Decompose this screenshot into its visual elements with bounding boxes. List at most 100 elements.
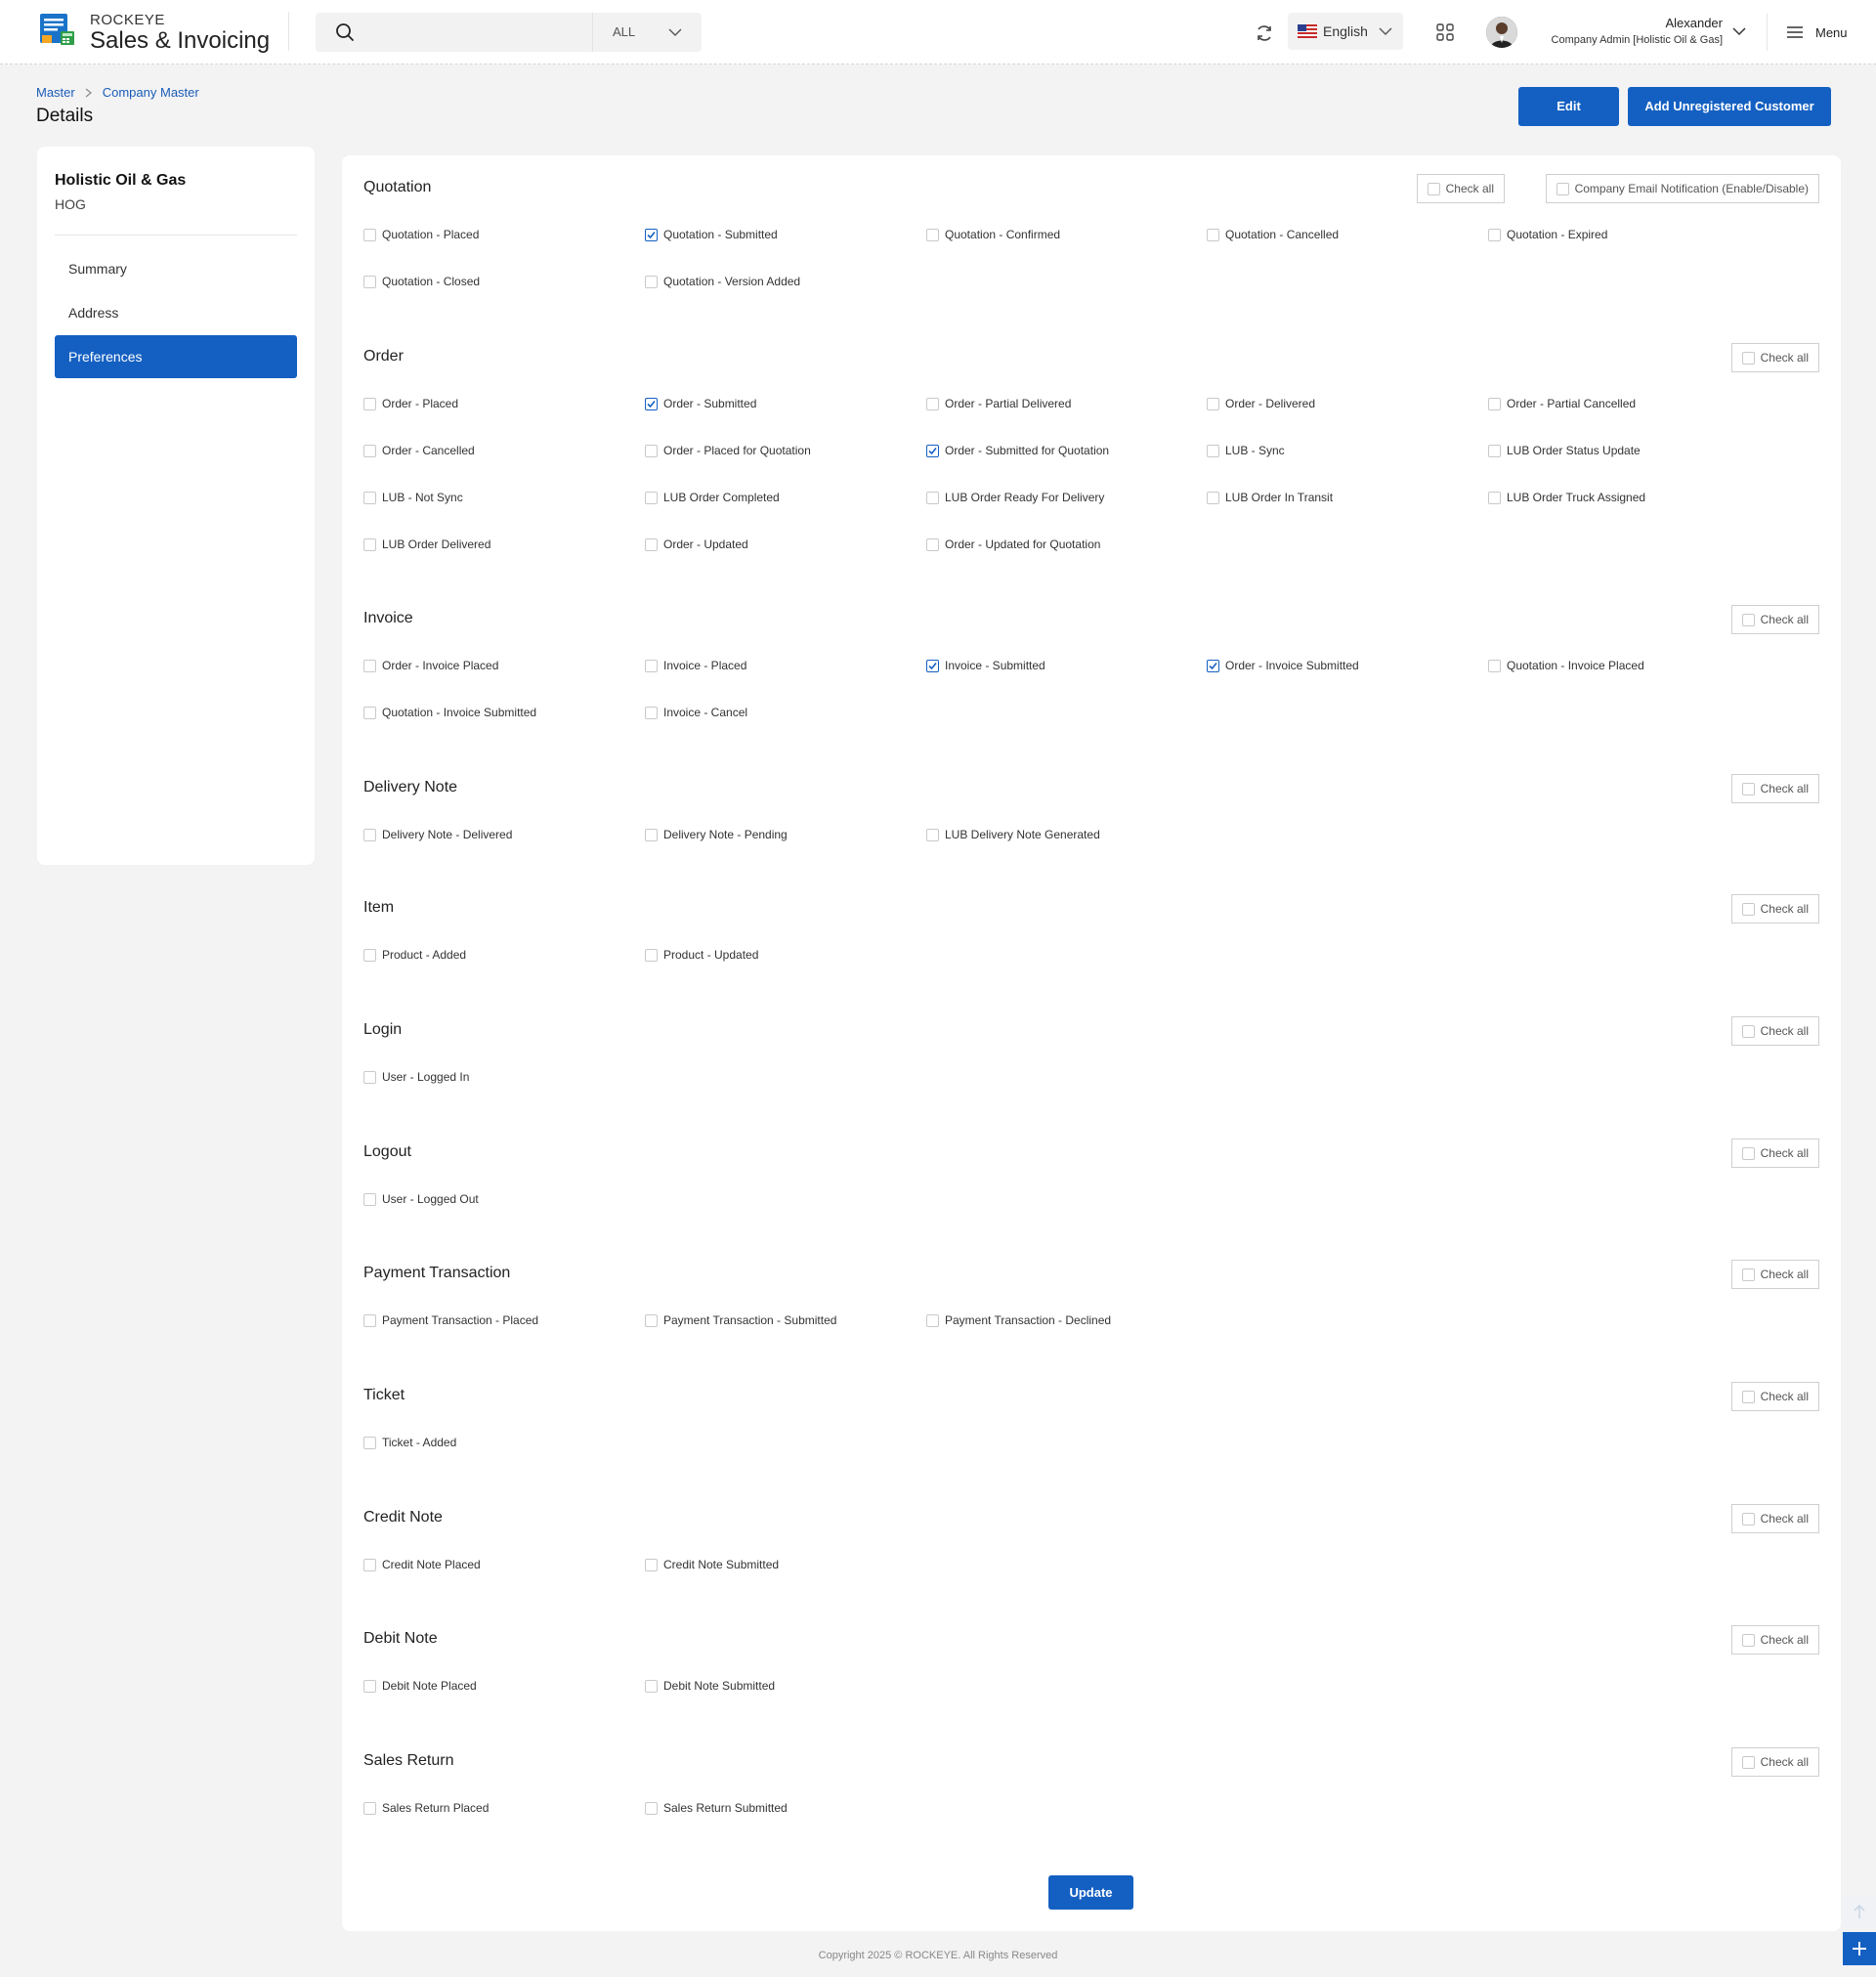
check-all-sales-return[interactable]: Check all (1730, 1747, 1819, 1777)
check-all-item[interactable]: Check all (1730, 894, 1819, 924)
option-order-invoice-placed[interactable]: Order - Invoice Placed (363, 659, 498, 672)
checkbox[interactable] (926, 491, 939, 504)
checkbox[interactable] (1741, 902, 1755, 916)
checkbox[interactable] (363, 828, 376, 841)
checkbox[interactable] (1741, 1146, 1755, 1160)
option-order-cancelled[interactable]: Order - Cancelled (363, 444, 475, 457)
checkbox[interactable] (1488, 659, 1501, 672)
checkbox[interactable] (645, 444, 658, 457)
option-credit-note-submitted[interactable]: Credit Note Submitted (645, 1558, 779, 1571)
checkbox[interactable] (363, 1801, 376, 1815)
checkbox[interactable] (363, 1313, 376, 1327)
checkbox[interactable] (645, 1313, 658, 1327)
option-order-placed[interactable]: Order - Placed (363, 397, 458, 410)
checkbox[interactable] (645, 491, 658, 504)
checkbox[interactable] (1207, 491, 1219, 504)
nav-item-summary[interactable]: Summary (55, 247, 297, 290)
checkbox[interactable] (363, 1436, 376, 1449)
apps-grid-icon[interactable] (1436, 23, 1454, 41)
option-quotation-invoice-placed[interactable]: Quotation - Invoice Placed (1488, 659, 1644, 672)
breadcrumb-master[interactable]: Master (36, 85, 75, 100)
option-order-partial-delivered[interactable]: Order - Partial Delivered (926, 397, 1071, 410)
option-debit-note-placed[interactable]: Debit Note Placed (363, 1679, 477, 1693)
check-all-credit-note[interactable]: Check all (1730, 1504, 1819, 1533)
option-quotation-cancelled[interactable]: Quotation - Cancelled (1207, 228, 1339, 241)
checkbox[interactable] (1556, 182, 1569, 195)
option-order-invoice-submitted[interactable]: Order - Invoice Submitted (1207, 659, 1359, 672)
check-all-invoice[interactable]: Check all (1730, 605, 1819, 634)
checkbox[interactable] (926, 1313, 939, 1327)
checkbox[interactable] (363, 948, 376, 962)
checkbox[interactable] (1741, 1512, 1755, 1526)
checkbox[interactable] (645, 659, 658, 672)
option-lub-order-delivered[interactable]: LUB Order Delivered (363, 537, 490, 551)
scroll-top-button[interactable] (1843, 1895, 1876, 1928)
option-quotation-closed[interactable]: Quotation - Closed (363, 275, 480, 288)
option-lub-order-in-transit[interactable]: LUB Order In Transit (1207, 491, 1333, 504)
checkbox[interactable] (645, 828, 658, 841)
checkbox[interactable] (645, 275, 658, 288)
edit-button[interactable]: Edit (1518, 87, 1619, 126)
checkbox-checked[interactable] (645, 397, 658, 410)
check-all-login[interactable]: Check all (1730, 1016, 1819, 1046)
option-sales-return-submitted[interactable]: Sales Return Submitted (645, 1801, 788, 1815)
option-payment-transaction-submitted[interactable]: Payment Transaction - Submitted (645, 1313, 836, 1327)
check-all-delivery-note[interactable]: Check all (1730, 774, 1819, 803)
option-sales-return-placed[interactable]: Sales Return Placed (363, 1801, 489, 1815)
checkbox[interactable] (363, 706, 376, 719)
option-order-placed-for-quotation[interactable]: Order - Placed for Quotation (645, 444, 811, 457)
checkbox[interactable] (645, 706, 658, 719)
checkbox[interactable] (645, 948, 658, 962)
checkbox-checked[interactable] (926, 444, 939, 457)
checkbox[interactable] (926, 537, 939, 551)
check-all-ticket[interactable]: Check all (1730, 1382, 1819, 1411)
check-all-order[interactable]: Check all (1730, 343, 1819, 372)
update-button[interactable]: Update (1048, 1875, 1133, 1910)
checkbox[interactable] (926, 397, 939, 410)
checkbox[interactable] (1488, 228, 1501, 241)
checkbox-checked[interactable] (926, 659, 939, 672)
checkbox[interactable] (363, 659, 376, 672)
option-quotation-version-added[interactable]: Quotation - Version Added (645, 275, 800, 288)
breadcrumb-company-master[interactable]: Company Master (103, 85, 199, 100)
checkbox[interactable] (1741, 1633, 1755, 1647)
option-lub-order-status-update[interactable]: LUB Order Status Update (1488, 444, 1641, 457)
checkbox-checked[interactable] (1207, 659, 1219, 672)
avatar[interactable] (1486, 17, 1517, 48)
quick-add-button[interactable] (1843, 1932, 1876, 1965)
user-info[interactable]: Alexander Company Admin [Holistic Oil & … (1552, 15, 1723, 48)
option-credit-note-placed[interactable]: Credit Note Placed (363, 1558, 481, 1571)
checkbox[interactable] (1207, 228, 1219, 241)
check-all-quotation[interactable]: Check all (1416, 174, 1505, 203)
option-quotation-placed[interactable]: Quotation - Placed (363, 228, 479, 241)
option-product-updated[interactable]: Product - Updated (645, 948, 758, 962)
add-unregistered-customer-button[interactable]: Add Unregistered Customer (1628, 87, 1831, 126)
option-order-updated-for-quotation[interactable]: Order - Updated for Quotation (926, 537, 1100, 551)
checkbox-checked[interactable] (645, 228, 658, 241)
checkbox[interactable] (1741, 1268, 1755, 1281)
nav-item-preferences[interactable]: Preferences (55, 335, 297, 378)
option-payment-transaction-placed[interactable]: Payment Transaction - Placed (363, 1313, 538, 1327)
checkbox[interactable] (1741, 1755, 1755, 1769)
checkbox[interactable] (363, 537, 376, 551)
checkbox[interactable] (363, 1558, 376, 1571)
check-all-logout[interactable]: Check all (1730, 1139, 1819, 1168)
checkbox[interactable] (1207, 444, 1219, 457)
refresh-icon[interactable] (1255, 23, 1274, 43)
checkbox[interactable] (926, 828, 939, 841)
option-product-added[interactable]: Product - Added (363, 948, 466, 962)
option-delivery-note-delivered[interactable]: Delivery Note - Delivered (363, 828, 512, 841)
checkbox[interactable] (926, 228, 939, 241)
language-select[interactable]: English (1288, 13, 1403, 50)
checkbox[interactable] (363, 1192, 376, 1206)
checkbox[interactable] (1427, 182, 1440, 195)
checkbox[interactable] (1741, 782, 1755, 795)
checkbox[interactable] (1741, 1390, 1755, 1403)
option-order-submitted[interactable]: Order - Submitted (645, 397, 756, 410)
option-delivery-note-pending[interactable]: Delivery Note - Pending (645, 828, 788, 841)
checkbox[interactable] (645, 1679, 658, 1693)
checkbox[interactable] (363, 444, 376, 457)
option-quotation-expired[interactable]: Quotation - Expired (1488, 228, 1607, 241)
check-all-payment-transaction[interactable]: Check all (1730, 1260, 1819, 1289)
option-invoice-cancel[interactable]: Invoice - Cancel (645, 706, 747, 719)
